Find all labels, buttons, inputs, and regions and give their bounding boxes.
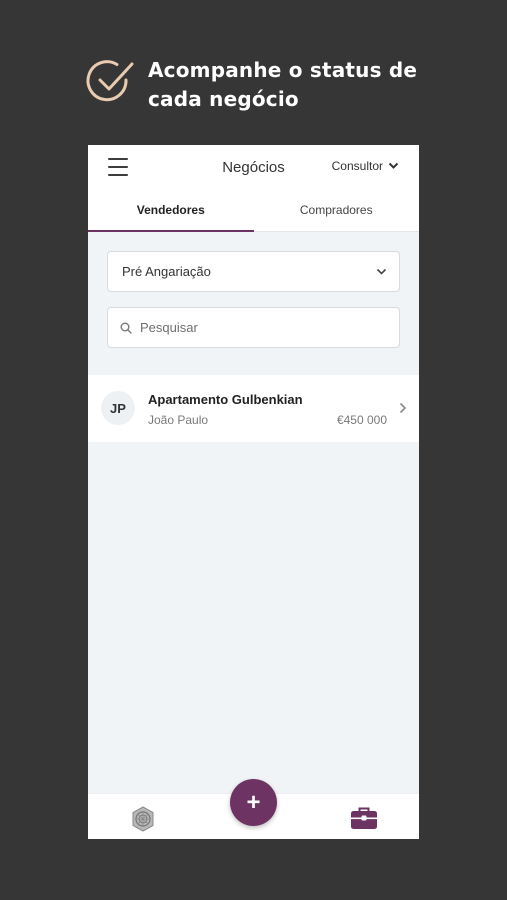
avatar: JP	[101, 391, 135, 425]
role-selector[interactable]: Consultor	[332, 159, 399, 173]
search-field[interactable]	[107, 307, 400, 348]
app-bar: Negócios Consultor	[88, 145, 419, 189]
deal-title: Apartamento Gulbenkian	[148, 392, 303, 407]
company-logo-icon[interactable]	[130, 806, 156, 832]
tab-vendedores[interactable]: Vendedores	[88, 189, 254, 232]
deal-person: João Paulo	[148, 413, 209, 427]
tab-bar: Vendedores Compradores	[88, 189, 419, 232]
chevron-down-icon	[388, 162, 399, 169]
search-input[interactable]	[140, 320, 380, 335]
tab-compradores[interactable]: Compradores	[254, 189, 420, 231]
app-screen: Negócios Consultor Vendedores Compradore…	[88, 145, 419, 839]
briefcase-icon[interactable]	[350, 806, 378, 830]
promo-banner: Acompanhe o status de cada negócio	[86, 56, 418, 114]
deal-list-item[interactable]: JP Apartamento Gulbenkian João Paulo €45…	[88, 375, 419, 442]
search-icon	[120, 322, 132, 334]
menu-icon[interactable]	[108, 158, 128, 176]
stage-filter-select[interactable]: Pré Angariação	[107, 251, 400, 292]
chevron-down-icon	[376, 268, 387, 275]
check-circle-icon	[86, 60, 134, 102]
role-label: Consultor	[331, 159, 383, 173]
stage-filter-value: Pré Angariação	[122, 264, 211, 279]
promo-text: Acompanhe o status de cada negócio	[148, 58, 418, 111]
add-deal-button[interactable]: +	[230, 779, 277, 826]
deal-price: €450 000	[336, 413, 387, 427]
chevron-right-icon	[399, 402, 407, 414]
